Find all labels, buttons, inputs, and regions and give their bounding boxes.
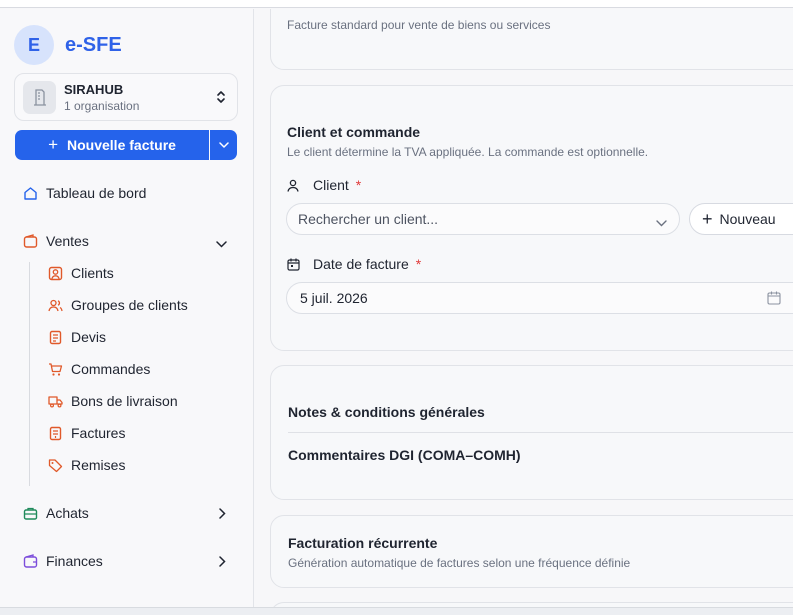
client-label-text: Client <box>313 177 349 193</box>
chevron-down-icon <box>656 214 667 230</box>
sidebar-item-label: Groupes de clients <box>71 297 188 313</box>
new-client-button[interactable]: + Nouveau <box>689 203 793 235</box>
chevron-down-icon <box>216 235 227 251</box>
dgi-comments-title[interactable]: Commentaires DGI (COMA–COMH) <box>288 447 521 463</box>
client-search-input[interactable]: Rechercher un client... <box>286 203 680 235</box>
sidebar-item-purchases[interactable]: Achats <box>22 505 232 521</box>
organization-name: SIRAHUB <box>64 81 124 97</box>
sidebar-item-orders[interactable]: Commandes <box>47 361 150 377</box>
organization-switcher[interactable]: SIRAHUB 1 organisation <box>14 73 238 121</box>
new-invoice-group: + Nouvelle facture <box>15 130 237 160</box>
brand-name: e-SFE <box>65 33 122 56</box>
user-square-icon <box>47 265 63 281</box>
truck-icon <box>47 393 63 409</box>
chevron-right-icon <box>218 506 226 522</box>
section-title: Client et commande <box>287 124 421 140</box>
recurring-subtitle: Génération automatique de factures selon… <box>288 556 631 570</box>
sidebar-item-clients[interactable]: Clients <box>47 265 114 281</box>
briefcase-icon <box>22 505 38 521</box>
chevron-right-icon <box>218 554 226 570</box>
divider <box>288 432 793 433</box>
shopping-cart-icon <box>47 361 63 377</box>
brand-avatar: E <box>14 25 54 65</box>
user-icon <box>287 179 301 192</box>
plus-icon: + <box>48 135 58 154</box>
calendar-icon <box>287 258 301 271</box>
sidebar-item-dashboard[interactable]: Tableau de bord <box>22 185 146 201</box>
sidebar-item-finances[interactable]: Finances <box>22 553 232 569</box>
home-icon <box>22 185 38 201</box>
chevron-up-down-icon <box>215 89 227 110</box>
required-marker: * <box>355 177 362 193</box>
sidebar-item-client-groups[interactable]: Groupes de clients <box>47 297 188 313</box>
sidebar-item-label: Bons de livraison <box>71 393 178 409</box>
sidebar-item-sales[interactable]: Ventes <box>22 233 232 249</box>
sidebar-item-quotes[interactable]: Devis <box>47 329 106 345</box>
new-invoice-label: Nouvelle facture <box>67 137 176 153</box>
required-marker: * <box>415 256 422 272</box>
tag-icon <box>47 457 63 473</box>
recurring-billing-card: Facturation récurrente Génération automa… <box>270 515 793 588</box>
calendar-icon <box>767 291 781 308</box>
invoice-date-input[interactable]: 5 juil. 2026 <box>286 282 793 314</box>
receipt-icon <box>47 425 63 441</box>
brand[interactable]: E e-SFE <box>14 25 122 65</box>
sidebar-item-label: Devis <box>71 329 107 345</box>
main-content: Facture standard pour vente de biens ou … <box>255 9 793 607</box>
plus-icon: + <box>702 209 713 229</box>
recurring-title[interactable]: Facturation récurrente <box>288 535 437 551</box>
organization-count: 1 organisation <box>64 98 140 113</box>
invoice-date-value: 5 juil. 2026 <box>300 290 368 306</box>
building-icon <box>23 80 56 114</box>
wallet-icon <box>22 233 38 249</box>
sidebar-item-label: Achats <box>46 505 89 521</box>
sidebar: E e-SFE SIRAHUB 1 organisation + Nouvell… <box>0 9 254 607</box>
submenu-guide-line <box>29 262 30 486</box>
new-client-label: Nouveau <box>719 211 776 227</box>
sidebar-item-discounts[interactable]: Remises <box>47 457 125 473</box>
document-icon <box>47 329 63 345</box>
sidebar-item-invoices[interactable]: Factures <box>47 425 125 441</box>
invoice-type-description: Facture standard pour vente de biens ou … <box>287 18 551 32</box>
sidebar-item-label: Clients <box>71 265 114 281</box>
users-icon <box>47 297 63 313</box>
client-order-card: Client et commande Le client détermine l… <box>270 85 793 351</box>
sidebar-item-delivery-notes[interactable]: Bons de livraison <box>47 393 178 409</box>
sidebar-item-label: Commandes <box>71 361 151 377</box>
invoice-type-card: Facture standard pour vente de biens ou … <box>270 9 793 70</box>
client-label: Client * <box>287 177 361 193</box>
sidebar-item-label: Ventes <box>46 233 89 249</box>
client-search-placeholder: Rechercher un client... <box>298 211 439 227</box>
date-label-text: Date de facture <box>313 256 409 272</box>
window-bottom-edge <box>0 607 793 615</box>
sidebar-item-label: Finances <box>46 553 103 569</box>
sidebar-item-label: Factures <box>71 425 126 441</box>
notes-title[interactable]: Notes & conditions générales <box>288 404 485 420</box>
date-label: Date de facture * <box>287 256 421 272</box>
sidebar-item-label: Remises <box>71 457 126 473</box>
notes-conditions-card: Notes & conditions générales Commentaire… <box>270 365 793 500</box>
new-invoice-dropdown-button[interactable] <box>210 130 237 160</box>
window-top-edge <box>0 0 793 8</box>
chevron-down-icon <box>218 142 229 148</box>
new-invoice-button[interactable]: + Nouvelle facture <box>15 130 209 160</box>
sidebar-item-label: Tableau de bord <box>46 185 147 201</box>
section-subtitle: Le client détermine la TVA appliquée. La… <box>287 145 649 159</box>
wallet-icon <box>22 553 38 569</box>
